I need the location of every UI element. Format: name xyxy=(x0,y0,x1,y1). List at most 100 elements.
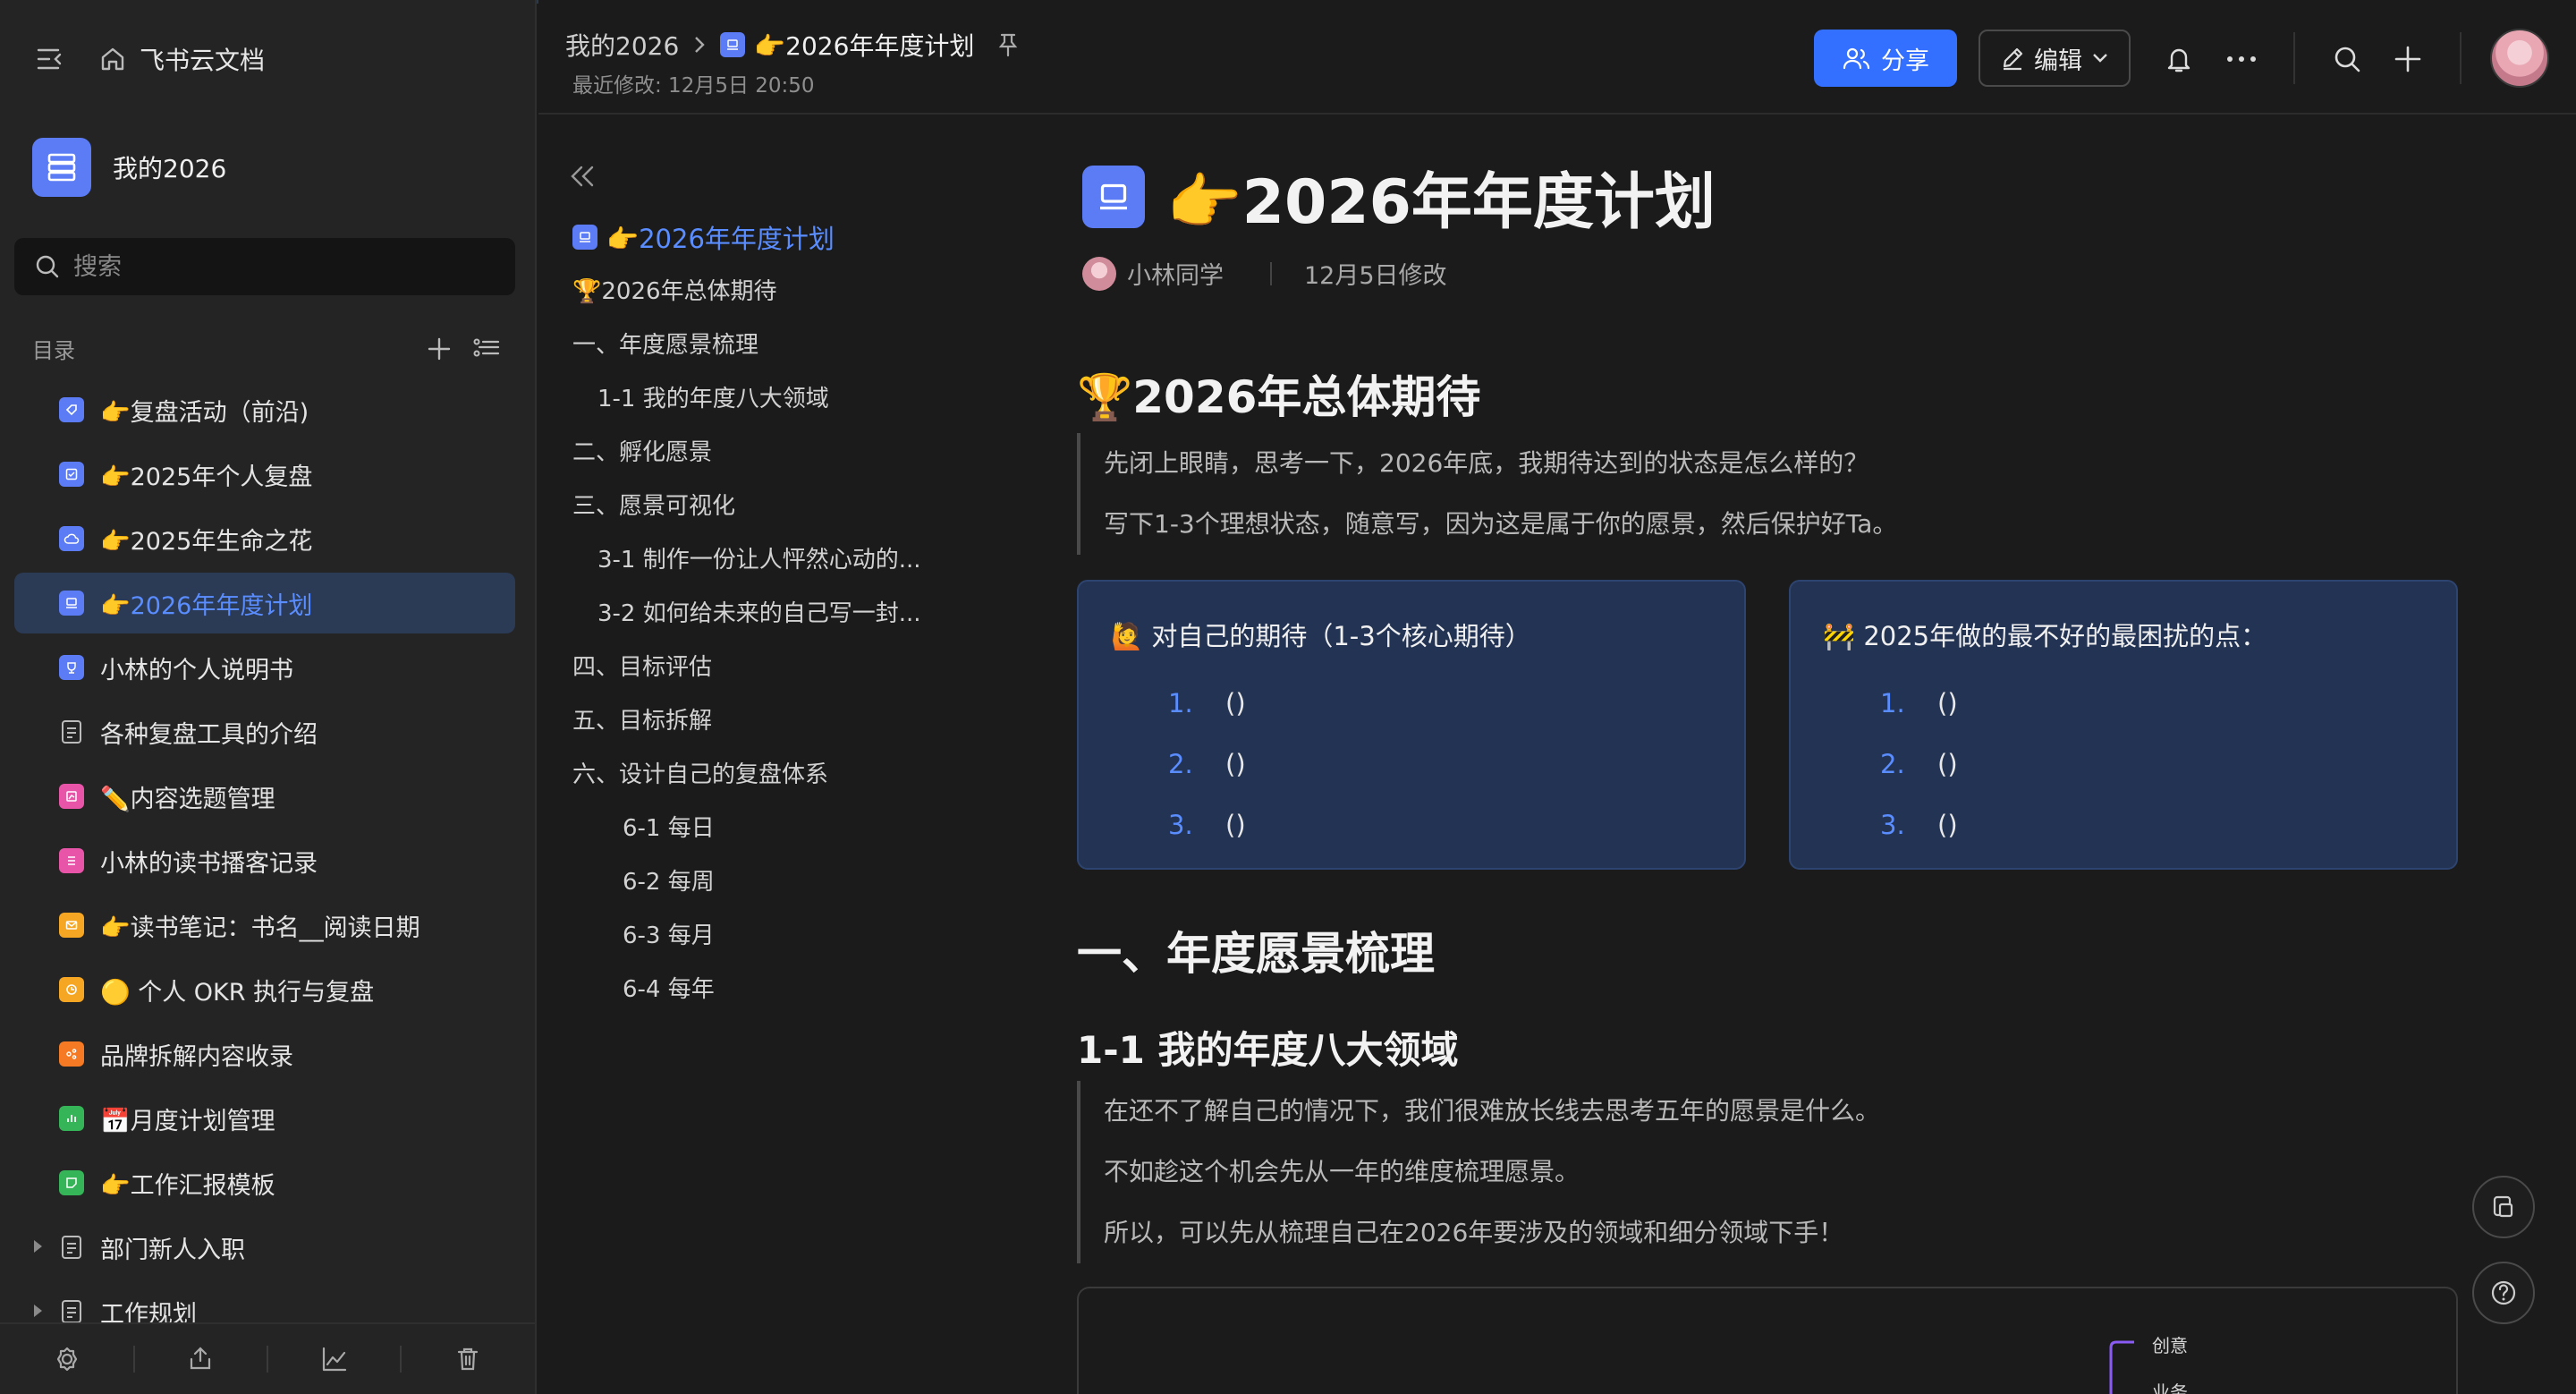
sidebar-item-1[interactable]: 👉2025年个人复盘 xyxy=(14,444,515,505)
outline-item-5[interactable]: 三、愿景可视化 xyxy=(572,488,735,521)
sidebar-item-label: 👉2026年年度计划 xyxy=(100,591,313,620)
breadcrumb-root[interactable]: 我的2026 xyxy=(565,27,679,63)
sidebar-item-2[interactable]: 👉2025年生命之花 xyxy=(14,508,515,569)
footer-divider xyxy=(400,1346,402,1373)
sidebar-item-6[interactable]: ✏️内容选题管理 xyxy=(14,766,515,827)
search-input[interactable] xyxy=(73,252,485,281)
cloud-icon xyxy=(59,526,84,551)
sidebar-item-9[interactable]: 🟡 个人 OKR 执行与复盘 xyxy=(14,959,515,1020)
list-item[interactable]: 2. () xyxy=(1168,734,1246,795)
list-item[interactable]: 3. () xyxy=(1168,795,1246,855)
search-icon[interactable] xyxy=(2329,41,2365,77)
outline-item-3[interactable]: 1-1 我的年度八大领域 xyxy=(597,380,829,413)
sidebar-item-0[interactable]: 👉复盘活动（前沿) xyxy=(14,379,515,440)
outline-item-7[interactable]: 3-2 如何给未来的自己写一封... xyxy=(597,595,921,628)
share-button[interactable]: 分享 xyxy=(1814,30,1957,87)
sidebar-item-3[interactable]: 👉2026年年度计划 xyxy=(14,573,515,633)
top-bar: 我的2026 👉2026年年度计划 最近修改: 12月5日 20:50 分享 编… xyxy=(538,0,2576,115)
sidebar-item-4[interactable]: 小林的个人说明书 xyxy=(14,637,515,698)
outline-item-2[interactable]: 一、年度愿景梳理 xyxy=(572,327,758,360)
list-number: 1. xyxy=(1880,688,1905,718)
mindmap-node[interactable]: 创意 xyxy=(2152,1331,2188,1357)
page-title[interactable]: 👉2026年年度计划 xyxy=(1166,152,1716,241)
outline-item-9[interactable]: 五、目标拆解 xyxy=(572,702,712,735)
add-icon[interactable] xyxy=(426,336,453,362)
sidebar-item-label: 小林的读书播客记录 xyxy=(100,849,318,878)
author-name[interactable]: 小林同学 xyxy=(1127,256,1224,291)
edit-mode-button[interactable]: 编辑 xyxy=(1979,30,2131,87)
sidebar-item-label: 👉工作汇报模板 xyxy=(100,1171,275,1200)
home-icon[interactable] xyxy=(95,41,131,77)
add-icon[interactable] xyxy=(2390,41,2426,77)
collapse-outline-icon[interactable] xyxy=(569,165,597,188)
expand-arrow-icon[interactable] xyxy=(34,1305,42,1317)
sidebar-item-label: 👉2025年生命之花 xyxy=(100,527,313,556)
sidebar-item-label: 工作规划 xyxy=(100,1300,197,1323)
outline-item-0[interactable]: 👉2026年年度计划 xyxy=(572,218,835,256)
outline-item-6[interactable]: 3-1 制作一份让人怦然心动的... xyxy=(597,541,921,574)
sidebar-item-10[interactable]: 品牌拆解内容收录 xyxy=(14,1024,515,1084)
avatar[interactable] xyxy=(2490,29,2549,88)
chevron-right-icon xyxy=(693,35,706,55)
edit-label: 编辑 xyxy=(2034,47,2082,75)
space-header[interactable]: 我的2026 xyxy=(32,138,226,197)
chevron-down-icon xyxy=(2093,54,2107,63)
outline-item-13[interactable]: 6-3 每月 xyxy=(623,917,715,950)
users-icon xyxy=(1843,47,1870,70)
help-icon[interactable] xyxy=(2472,1262,2535,1324)
callout-card-expectations[interactable]: 🙋 对自己的期待（1-3个核心期待） 1. () 2. () 3. () xyxy=(1077,580,1746,870)
sidebar-item-8[interactable]: 👉读书笔记：书名__阅读日期 xyxy=(14,895,515,956)
more-icon[interactable] xyxy=(2224,41,2259,77)
sidebar-item-11[interactable]: 📅月度计划管理 xyxy=(14,1088,515,1149)
list-view-icon[interactable] xyxy=(472,336,501,362)
outline-item-12[interactable]: 6-2 每周 xyxy=(623,863,715,897)
list-item[interactable]: 1. () xyxy=(1168,673,1246,734)
list-item[interactable]: 3. () xyxy=(1880,795,1958,855)
outline-item-14[interactable]: 6-4 每年 xyxy=(623,971,715,1004)
title-row: 👉2026年年度计划 xyxy=(1082,152,1716,241)
quote-block[interactable]: 先闭上眼睛，思考一下，2026年底，我期待达到的状态是怎么样的？ 写下1-3个理… xyxy=(1077,433,1971,555)
copy-page-icon[interactable] xyxy=(2472,1176,2535,1238)
section-heading-expectations[interactable]: 🏆2026年总体期待 xyxy=(1077,361,1480,426)
list-number: 1. xyxy=(1168,688,1193,718)
table-icon xyxy=(59,848,84,873)
list-item[interactable]: 2. () xyxy=(1880,734,1958,795)
trash-icon[interactable] xyxy=(453,1345,482,1373)
outline-item-10[interactable]: 六、设计自己的复盘体系 xyxy=(572,756,828,789)
subsection-heading-areas[interactable]: 1-1 我的年度八大领域 xyxy=(1077,1020,1459,1075)
document-icon xyxy=(59,719,84,744)
quote-block[interactable]: 在还不了解自己的情况下，我们很难放长线去思考五年的愿景是什么。 不如趁这个机会先… xyxy=(1077,1081,1971,1263)
app-brand[interactable]: 飞书云文档 xyxy=(140,41,265,77)
footer-divider xyxy=(266,1346,268,1373)
share-out-icon[interactable] xyxy=(186,1345,215,1373)
analytics-icon[interactable] xyxy=(320,1345,349,1373)
search-box[interactable] xyxy=(14,238,515,295)
mindmap-board[interactable]: 创意 业务 xyxy=(1077,1287,2458,1394)
callout-card-pain-points[interactable]: 🚧 2025年做的最不好的最困扰的点： 1. () 2. () 3. () xyxy=(1789,580,2458,870)
expand-arrow-icon[interactable] xyxy=(34,1240,42,1253)
laptop-icon[interactable] xyxy=(1082,165,1145,228)
sidebar-item-5[interactable]: 各种复盘工具的介绍 xyxy=(14,701,515,762)
breadcrumb-doc[interactable]: 👉2026年年度计划 xyxy=(720,27,974,63)
bell-icon[interactable] xyxy=(2161,41,2197,77)
mail-icon xyxy=(59,913,84,938)
outline-item-4[interactable]: 二、孵化愿景 xyxy=(572,434,712,467)
settings-icon[interactable] xyxy=(53,1345,81,1373)
pin-icon[interactable] xyxy=(997,32,1019,57)
section-heading-vision[interactable]: 一、年度愿景梳理 xyxy=(1077,918,1435,982)
list-item[interactable]: 1. () xyxy=(1880,673,1958,734)
sidebar-item-7[interactable]: 小林的读书播客记录 xyxy=(14,830,515,891)
sidebar: 飞书云文档 我的2026 目录 👉复盘活动（前沿) 👉2025年个人复盘 👉20… xyxy=(0,0,537,1394)
mindmap-node[interactable]: 业务 xyxy=(2152,1378,2188,1394)
quote-line: 在还不了解自己的情况下，我们很难放长线去思考五年的愿景是什么。 xyxy=(1104,1096,1881,1126)
outline-item-11[interactable]: 6-1 每日 xyxy=(623,810,715,843)
sidebar-item-label: 小林的个人说明书 xyxy=(100,656,293,684)
sidebar-item-14[interactable]: 工作规划 xyxy=(14,1281,515,1322)
sidebar-item-12[interactable]: 👉工作汇报模板 xyxy=(14,1152,515,1213)
outline-item-8[interactable]: 四、目标评估 xyxy=(572,649,712,682)
sidebar-item-13[interactable]: 部门新人入职 xyxy=(14,1217,515,1278)
outline-item-1[interactable]: 🏆2026年总体期待 xyxy=(572,273,777,306)
collapse-sidebar-icon[interactable] xyxy=(32,41,68,77)
doc-meta: 小林同学 12月5日修改 xyxy=(1082,256,1447,291)
author-avatar[interactable] xyxy=(1082,256,1116,291)
